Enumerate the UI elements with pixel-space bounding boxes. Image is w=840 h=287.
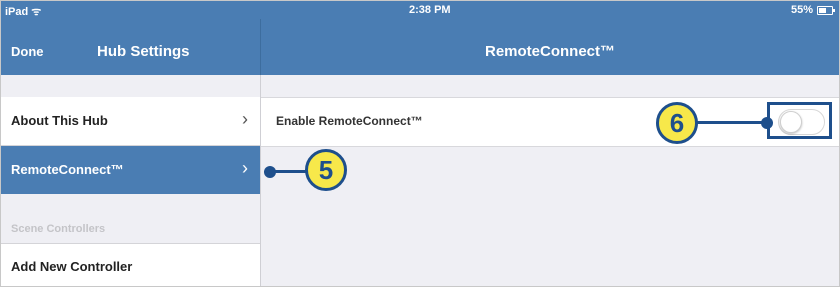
sidebar-title: Hub Settings: [97, 43, 190, 60]
sidebar-item-label: RemoteConnect™: [11, 162, 124, 177]
sidebar-item-remoteconnect[interactable]: RemoteConnect™ ›: [1, 146, 260, 194]
page-title: RemoteConnect™: [484, 43, 615, 60]
toggle-highlight-box: [767, 102, 832, 139]
status-device: iPad ᯤ: [5, 4, 41, 19]
main-content: Enable RemoteConnect™: [261, 75, 839, 286]
device-name: iPad: [5, 6, 29, 18]
top-bar: iPad ᯤ 2:38 PM 55% Done Hub Settings Rem…: [1, 1, 839, 75]
battery-icon: [817, 5, 835, 15]
chevron-right-icon: ›: [242, 158, 248, 178]
sidebar-item-label: Add New Controller: [11, 259, 133, 274]
callout-5-badge: 5: [305, 149, 347, 191]
callout-6-badge: 6: [656, 102, 698, 144]
sidebar: About This Hub › RemoteConnect™ › Scene …: [1, 75, 261, 286]
callout-6-pointer-dot: [761, 117, 773, 129]
battery-percent: 55%: [790, 4, 813, 16]
app-frame: iPad ᯤ 2:38 PM 55% Done Hub Settings Rem…: [0, 0, 840, 287]
toggle-knob: [780, 111, 802, 133]
section-header-scene-controllers: Scene Controllers: [11, 223, 106, 235]
chevron-right-icon: ›: [242, 109, 248, 129]
done-button[interactable]: Done: [11, 44, 44, 59]
remoteconnect-toggle[interactable]: [778, 109, 825, 135]
sidebar-item-about-this-hub[interactable]: About This Hub ›: [1, 97, 260, 145]
callout-6-pointer-line: [697, 121, 767, 124]
wifi-icon: ᯤ: [31, 6, 42, 18]
sidebar-item-label: About This Hub: [11, 113, 108, 128]
status-time: 2:38 PM: [409, 4, 451, 16]
sidebar-item-add-new-controller[interactable]: Add New Controller: [1, 243, 260, 286]
status-battery: 55%: [790, 4, 835, 16]
setting-label: Enable RemoteConnect™: [276, 114, 423, 128]
callout-5-pointer-line: [270, 170, 306, 173]
